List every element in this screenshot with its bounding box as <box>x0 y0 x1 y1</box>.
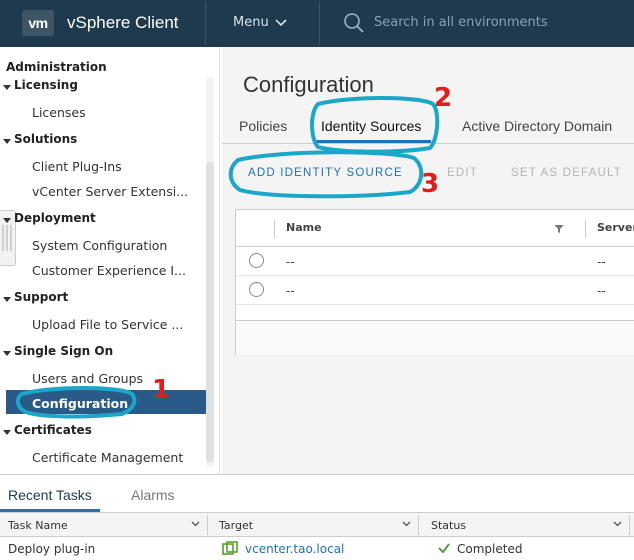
sidebar-item-vcenter-extensions[interactable]: vCenter Server Extensi... <box>32 184 188 199</box>
tab-recent-tasks[interactable]: Recent Tasks <box>8 487 92 503</box>
scrollbar-thumb[interactable] <box>206 162 214 462</box>
task-name-cell: Deploy plug-in <box>8 542 96 556</box>
grid-footer <box>236 320 634 355</box>
tasks-table-header: Task Name Target Status <box>0 512 634 537</box>
column-header-server[interactable]: Server <box>597 221 634 234</box>
column-divider[interactable] <box>585 220 586 238</box>
add-identity-source-button[interactable]: ADD IDENTITY SOURCE <box>248 167 403 179</box>
column-divider <box>207 515 208 535</box>
cell-name: -- <box>286 284 295 298</box>
checkmark-icon <box>438 543 450 554</box>
status-cell: Completed <box>457 542 523 556</box>
target-link[interactable]: vcenter.tao.local <box>245 542 344 556</box>
tab-alarms[interactable]: Alarms <box>131 487 175 503</box>
grid-header: Name Server <box>236 210 634 247</box>
column-divider <box>629 515 630 535</box>
sidebar-item-licenses[interactable]: Licenses <box>32 105 86 120</box>
tab-bar-divider <box>222 143 634 144</box>
caret-down-icon[interactable] <box>3 351 11 356</box>
column-header-name[interactable]: Name <box>286 221 322 234</box>
sidebar-section-certificates[interactable]: Certificates <box>14 423 92 437</box>
vmware-logo[interactable]: vm <box>22 10 54 36</box>
caret-down-icon[interactable] <box>3 85 11 90</box>
sidebar-item-upload-file[interactable]: Upload File to Service ... <box>32 317 183 332</box>
admin-sidebar: Administration Licensing Licenses Soluti… <box>0 47 220 474</box>
filter-icon[interactable] <box>554 224 564 234</box>
sidebar-item-system-configuration[interactable]: System Configuration <box>32 238 167 253</box>
caret-down-icon[interactable] <box>3 139 11 144</box>
column-divider <box>274 220 275 238</box>
sidebar-section-support[interactable]: Support <box>14 290 68 304</box>
menu-button[interactable]: Menu <box>233 15 287 30</box>
vcenter-icon <box>222 541 238 555</box>
header-divider <box>319 2 320 45</box>
caret-down-icon[interactable] <box>3 297 11 302</box>
sidebar-item-certificate-management[interactable]: Certificate Management <box>32 450 183 465</box>
cell-server: -- <box>597 284 606 298</box>
caret-down-icon[interactable] <box>3 218 11 223</box>
chevron-down-icon <box>275 18 287 26</box>
cell-server: -- <box>597 255 606 269</box>
cell-name: -- <box>286 255 295 269</box>
tab-active-directory-domain[interactable]: Active Directory Domain <box>462 118 612 134</box>
row-radio[interactable] <box>249 253 264 268</box>
identity-sources-grid: Name Server -- -- -- -- <box>235 209 634 355</box>
tab-policies[interactable]: Policies <box>239 118 287 134</box>
row-radio[interactable] <box>249 282 264 297</box>
chevron-down-icon[interactable] <box>402 521 411 527</box>
active-tab-indicator <box>313 140 431 143</box>
app-title[interactable]: vSphere Client <box>67 13 179 33</box>
sidebar-title: Administration <box>6 60 107 74</box>
sidebar-item-users-and-groups[interactable]: Users and Groups <box>32 371 143 386</box>
chevron-down-icon[interactable] <box>191 521 200 527</box>
column-header-task-name[interactable]: Task Name <box>8 519 68 532</box>
sidebar-item-customer-experience[interactable]: Customer Experience I... <box>32 263 186 278</box>
menu-label: Menu <box>233 15 269 30</box>
set-as-default-button[interactable]: SET AS DEFAULT <box>511 167 622 179</box>
page-title: Configuration <box>243 72 374 97</box>
tab-identity-sources[interactable]: Identity Sources <box>321 118 421 134</box>
table-row[interactable]: -- -- <box>236 247 634 276</box>
edit-button[interactable]: EDIT <box>447 167 478 179</box>
table-row[interactable]: -- -- <box>236 276 634 305</box>
sidebar-section-licensing[interactable]: Licensing <box>14 78 78 92</box>
sidebar-item-label: Configuration <box>32 396 129 411</box>
column-header-status[interactable]: Status <box>431 519 466 532</box>
search-input[interactable]: Search in all environments <box>374 15 548 30</box>
search-icon[interactable] <box>343 12 365 34</box>
sidebar-section-solutions[interactable]: Solutions <box>14 132 77 146</box>
sidebar-section-single-sign-on[interactable]: Single Sign On <box>14 344 113 358</box>
sidebar-item-client-plugins[interactable]: Client Plug-Ins <box>32 159 122 174</box>
column-divider <box>418 515 419 535</box>
sidebar-section-deployment[interactable]: Deployment <box>14 211 96 225</box>
column-header-target[interactable]: Target <box>219 519 253 532</box>
chevron-down-icon[interactable] <box>613 521 622 527</box>
top-header: vm vSphere Client Menu Search in all env… <box>0 0 634 47</box>
caret-down-icon[interactable] <box>3 430 11 435</box>
header-divider <box>205 2 206 45</box>
